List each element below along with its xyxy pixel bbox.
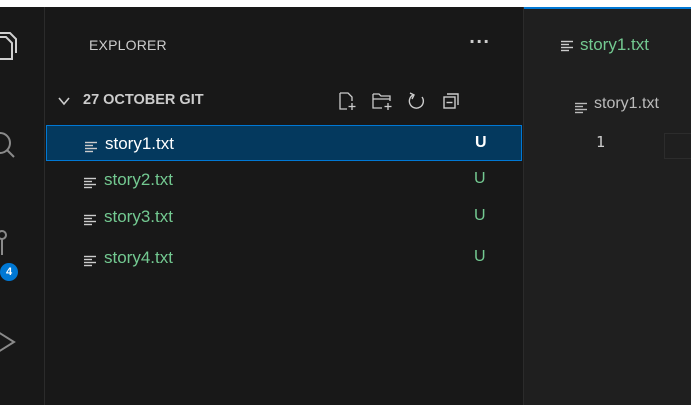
git-status-untracked: U [474, 170, 486, 187]
text-file-icon [83, 174, 97, 193]
text-file-icon [560, 37, 574, 56]
text-file-icon [83, 252, 97, 271]
explorer-sidebar: EXPLORER ··· 27 OCTOBER GIT story1.txt U… [45, 7, 524, 405]
text-file-icon [574, 99, 588, 118]
git-status-untracked: U [474, 248, 486, 265]
current-line-highlight[interactable] [664, 133, 691, 159]
new-file-icon[interactable] [337, 91, 357, 111]
tab-label: story1.txt [580, 35, 649, 54]
refresh-icon[interactable] [407, 91, 427, 111]
run-debug-icon[interactable] [0, 329, 16, 359]
source-control-badge: 4 [0, 263, 18, 281]
file-name: story3.txt [104, 207, 173, 226]
explorer-header: EXPLORER ··· [45, 7, 523, 77]
text-file-icon [83, 211, 97, 230]
more-actions-button[interactable]: ··· [469, 32, 490, 51]
editor-area: story1.txt story1.txt 1 [524, 7, 691, 405]
text-file-icon [84, 138, 98, 157]
vscode-window: 4 EXPLORER ··· 27 OCTOBER GIT story1.txt… [0, 0, 691, 405]
line-number: 1 [596, 133, 606, 151]
breadcrumb[interactable]: story1.txt [594, 95, 659, 113]
source-control-icon[interactable] [0, 229, 18, 263]
new-folder-icon[interactable] [371, 91, 392, 111]
workspace-folder-header[interactable]: 27 OCTOBER GIT [45, 85, 523, 117]
workspace-folder-name: 27 OCTOBER GIT [83, 92, 204, 108]
file-name: story2.txt [104, 170, 173, 189]
file-row-story2[interactable]: story2.txt U [46, 162, 522, 198]
explorer-icon[interactable] [0, 31, 18, 65]
editor-tab-story1[interactable]: story1.txt [524, 7, 691, 77]
collapse-all-icon[interactable] [441, 91, 461, 111]
git-status-untracked: U [474, 207, 486, 224]
activity-bar: 4 [0, 7, 45, 405]
file-name: story4.txt [104, 248, 173, 267]
explorer-title: EXPLORER [89, 37, 167, 53]
git-status-untracked: U [475, 134, 487, 151]
file-row-story1[interactable]: story1.txt U [46, 125, 522, 161]
file-name: story1.txt [105, 134, 174, 153]
search-icon[interactable] [0, 131, 16, 163]
file-row-story3[interactable]: story3.txt U [46, 199, 522, 235]
chevron-down-icon [57, 93, 71, 112]
file-row-story4[interactable]: story4.txt U [46, 240, 522, 276]
